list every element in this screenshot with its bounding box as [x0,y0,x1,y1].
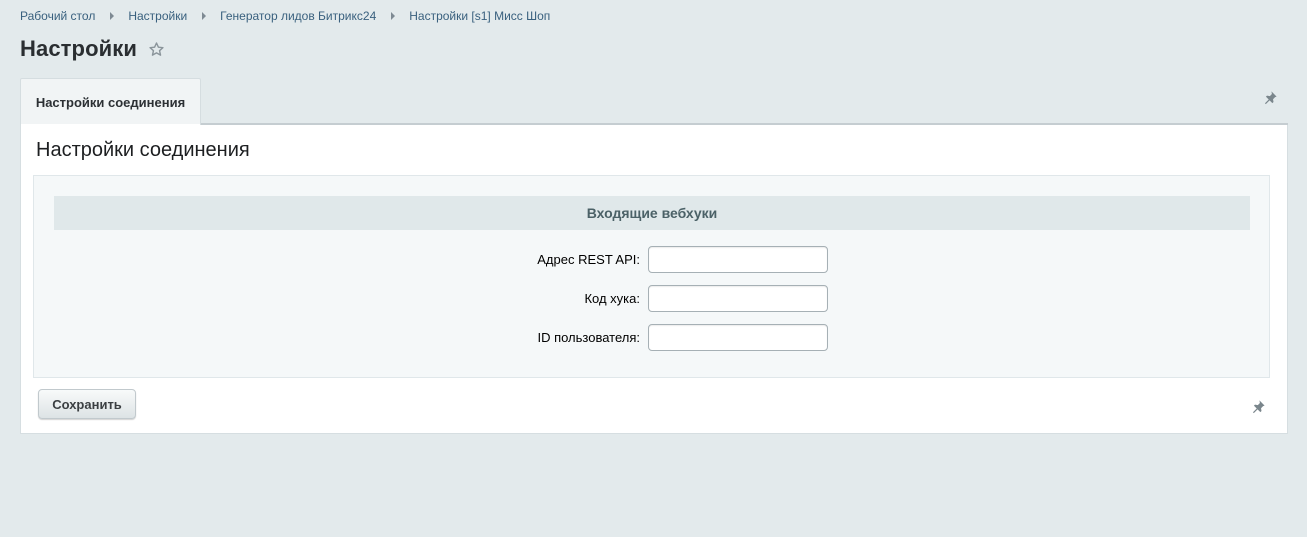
group-header-webhooks: Входящие вебхуки [54,196,1250,230]
form-box: Входящие вебхуки Адрес REST API: Код хук… [33,175,1270,378]
hook-code-label: Код хука: [584,290,640,306]
pin-icon[interactable] [1250,398,1266,414]
breadcrumb-item-current[interactable]: Настройки [s1] Мисс Шоп [409,9,550,23]
breadcrumb-item-desktop[interactable]: Рабочий стол [20,9,95,23]
section-title: Настройки соединения [36,139,250,161]
user-id-input[interactable] [648,323,828,351]
pin-icon[interactable] [1262,89,1278,105]
chevron-right-icon [110,12,115,20]
tabs-bar: Настройки соединения [20,78,1288,125]
title-row: Настройки [20,36,166,62]
breadcrumb: Рабочий стол Настройки Генератор лидов Б… [20,9,550,23]
save-button[interactable]: Сохранить [38,389,136,419]
rest-api-input[interactable] [648,245,828,273]
page-title: Настройки [20,36,137,61]
field-row-rest-api: Адрес REST API: [34,245,1269,273]
chevron-right-icon [202,12,207,20]
hook-code-input[interactable] [648,284,828,312]
star-icon[interactable] [148,40,166,58]
field-row-hook-code: Код хука: [34,284,1269,312]
chevron-right-icon [391,12,396,20]
field-row-user-id: ID пользователя: [34,323,1269,351]
breadcrumb-item-lead-generator[interactable]: Генератор лидов Битрикс24 [220,9,376,23]
tab-connection-settings[interactable]: Настройки соединения [20,78,201,125]
rest-api-label: Адрес REST API: [537,251,640,267]
breadcrumb-item-settings[interactable]: Настройки [128,9,187,23]
user-id-label: ID пользователя: [537,329,640,345]
settings-panel: Настройки соединения Входящие вебхуки Ад… [20,125,1288,434]
